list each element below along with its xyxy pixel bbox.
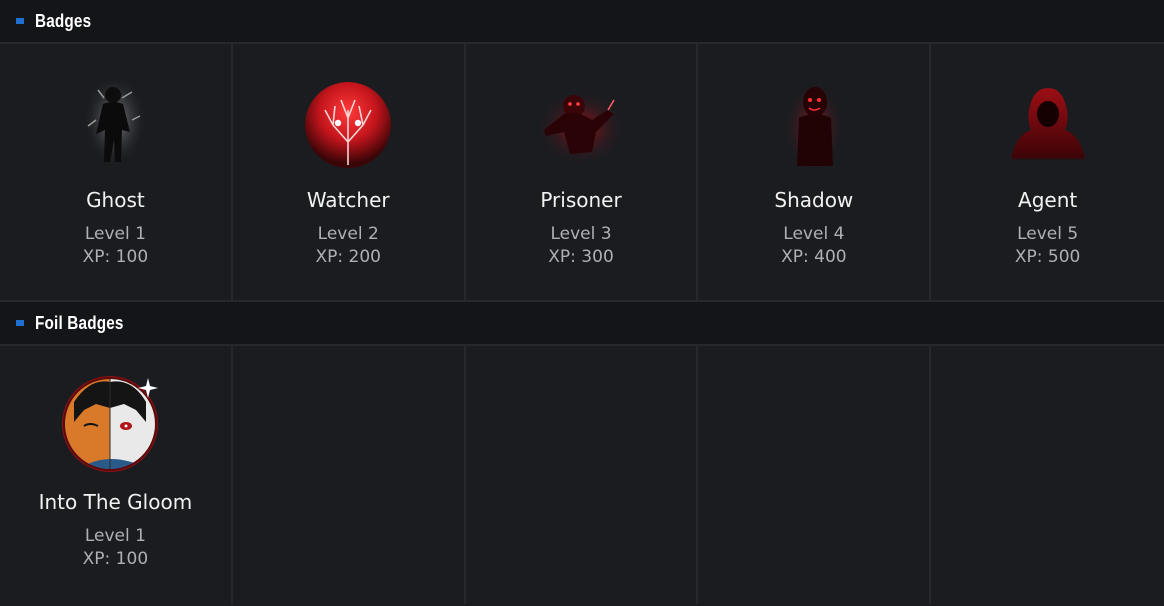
badge-xp: XP: 400 (781, 247, 847, 267)
badge-card-agent[interactable]: Agent Level 5 XP: 500 (931, 44, 1164, 300)
into-the-gloom-icon (60, 372, 170, 482)
watcher-icon (293, 70, 403, 180)
badge-xp: XP: 100 (82, 549, 149, 569)
badge-card-shadow[interactable]: Shadow Level 4 XP: 400 (698, 44, 932, 300)
foil-badges-section-header: Foil Badges (0, 302, 1164, 346)
section-marker (16, 18, 24, 24)
badge-xp: XP: 500 (1014, 247, 1081, 267)
badges-section-header: Badges (0, 0, 1164, 44)
empty-badge-slot (698, 346, 932, 604)
badge-name: Prisoner (540, 188, 622, 212)
section-marker (16, 320, 24, 326)
badge-xp: XP: 200 (315, 247, 381, 267)
prisoner-icon (526, 70, 636, 180)
badges-section-title: Badges (35, 10, 92, 31)
badge-xp: XP: 300 (548, 247, 614, 267)
badge-level: Level 1 (84, 526, 146, 546)
badge-level: Level 2 (317, 224, 379, 244)
badge-level: Level 1 (84, 224, 146, 244)
badge-xp: XP: 100 (82, 247, 149, 267)
badge-card-watcher[interactable]: Watcher Level 2 XP: 200 (232, 44, 466, 300)
badges-grid: Ghost Level 1 XP: 100 Watcher Level 2 XP… (0, 44, 1164, 302)
badge-name: Watcher (306, 188, 390, 212)
badge-name: Into The Gloom (38, 490, 193, 514)
foil-badges-grid: Into The Gloom Level 1 XP: 100 (0, 346, 1164, 604)
badge-card-prisoner[interactable]: Prisoner Level 3 XP: 300 (465, 44, 699, 300)
badge-name: Ghost (86, 188, 145, 212)
badge-level: Level 5 (1017, 224, 1079, 244)
badge-name: Shadow (774, 188, 854, 212)
badge-card-into-the-gloom[interactable]: Into The Gloom Level 1 XP: 100 (0, 346, 233, 604)
badge-card-ghost[interactable]: Ghost Level 1 XP: 100 (0, 44, 233, 300)
badge-level: Level 4 (783, 224, 845, 244)
ghost-icon (60, 70, 170, 180)
foil-badges-section-title: Foil Badges (35, 312, 124, 333)
badge-name: Agent (1018, 188, 1078, 212)
badge-level: Level 3 (550, 224, 612, 244)
empty-badge-slot (931, 346, 1164, 604)
agent-icon (993, 70, 1103, 180)
empty-badge-slot (232, 346, 466, 604)
shadow-icon (759, 70, 869, 180)
empty-badge-slot (465, 346, 699, 604)
